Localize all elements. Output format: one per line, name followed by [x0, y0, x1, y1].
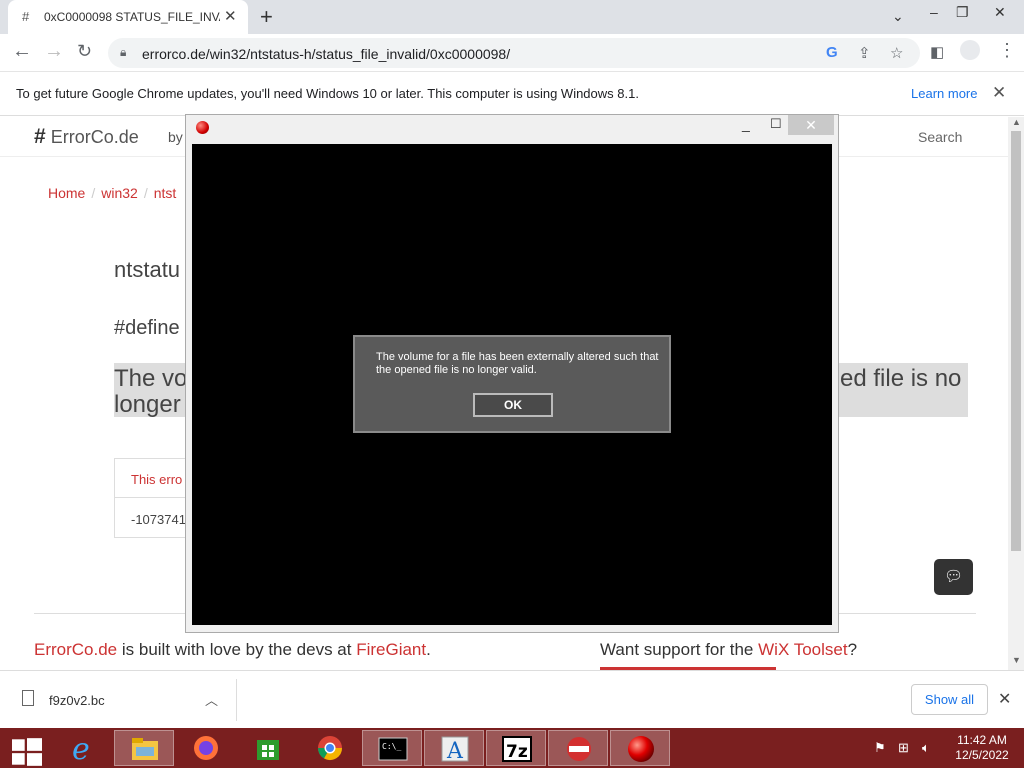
no-entry-icon — [567, 737, 591, 761]
clock-date: 12/5/2022 — [955, 748, 1009, 762]
footer-credit: ErrorCo.de is built with love by the dev… — [34, 640, 431, 659]
system-clock[interactable]: 11:42 AM 12/5/2022 — [950, 733, 1014, 763]
infobar-message: To get future Google Chrome updates, you… — [16, 86, 639, 101]
taskbar-command-prompt[interactable]: C:\_ — [362, 730, 422, 766]
svg-text:C:\_: C:\_ — [382, 742, 401, 751]
shelf-close-icon[interactable]: ✕ — [998, 689, 1011, 709]
store-icon — [257, 740, 279, 760]
address-bar[interactable]: 🔒︎ errorco.de/win32/ntstatus-h/status_fi… — [108, 38, 920, 68]
description-line-1: The vo — [114, 365, 188, 392]
download-file-name[interactable]: f9z0v2.bc — [49, 693, 105, 708]
taskbar-firefox[interactable] — [176, 730, 236, 766]
minimize-button[interactable]: – — [930, 4, 938, 20]
tab-title: 0xC0000098 STATUS_FILE_INVALID — [44, 10, 220, 24]
volume-muted-icon[interactable]: 🔈︎ — [922, 740, 930, 756]
tab-close-icon[interactable]: ✕ — [224, 7, 237, 25]
file-icon — [22, 690, 34, 706]
footer-brand-link[interactable]: ErrorCo.de — [34, 640, 117, 659]
description-line-2: longer — [114, 391, 181, 418]
svg-text:e: e — [72, 734, 90, 762]
breadcrumb-home[interactable]: Home — [48, 185, 85, 201]
close-window-button[interactable]: ✕ — [994, 4, 1006, 21]
google-translate-icon[interactable]: G — [826, 44, 838, 61]
tab-strip: # 0xC0000098 STATUS_FILE_INVALID ✕ + ⌄ –… — [0, 0, 1024, 34]
scroll-up-icon[interactable]: ▲ — [1012, 117, 1021, 127]
site-logo[interactable]: # ErrorCo.de — [34, 125, 139, 149]
url-text[interactable]: errorco.de/win32/ntstatus-h/status_file_… — [142, 46, 510, 62]
dialog-message: The volume for a file has been externall… — [376, 351, 659, 376]
firefox-icon — [194, 736, 218, 760]
windows-logo-icon — [12, 738, 42, 766]
footer-firegiant-link[interactable]: FireGiant — [356, 640, 426, 659]
download-shelf: f9z0v2.bc ︿ Show all ✕ — [0, 670, 1024, 728]
flag-icon[interactable]: ⚑ — [874, 740, 886, 756]
windows-taskbar: e C:\_ A 7z ⚑ ⊞ 🔈︎ 11:42 AM 12/5/2022 — [0, 728, 1024, 768]
tab-search-chevron-icon[interactable]: ⌄ — [892, 8, 904, 25]
font-viewer-icon: A — [441, 736, 469, 763]
breadcrumb: Home / win32/ntst — [48, 185, 177, 201]
internet-explorer-icon: e — [72, 734, 90, 762]
7zip-icon: 7z — [502, 736, 532, 762]
info-row-1: This erro — [131, 472, 183, 487]
taskbar-7zip[interactable]: 7z — [486, 730, 546, 766]
folder-icon — [132, 738, 158, 760]
chat-button[interactable]: 💬︎ — [934, 559, 973, 595]
taskbar-file-explorer[interactable] — [114, 730, 174, 766]
search-link[interactable]: Search — [918, 129, 962, 145]
taskbar-store[interactable] — [238, 730, 298, 766]
page-heading: ntstatu — [114, 257, 181, 282]
shelf-divider — [236, 679, 237, 721]
chat-bubble-icon: 💬︎ — [943, 568, 964, 585]
show-all-button[interactable]: Show all — [911, 684, 988, 715]
define-heading: #define — [114, 317, 180, 339]
bookmark-star-icon[interactable]: ☆ — [890, 44, 903, 62]
network-icon[interactable]: ⊞ — [898, 740, 909, 756]
chrome-icon — [318, 736, 342, 761]
side-panel-icon[interactable]: ◧ — [930, 43, 944, 61]
chevron-up-icon[interactable]: ︿ — [205, 690, 218, 709]
taskbar-chrome[interactable] — [300, 730, 360, 766]
app-close-button[interactable]: ✕ — [788, 115, 834, 135]
browser-toolbar: ← → ↻ 🔒︎ errorco.de/win32/ntstatus-h/sta… — [0, 34, 1024, 72]
taskbar-no-entry-app[interactable] — [548, 730, 608, 766]
breadcrumb-ntstatus[interactable]: ntst — [154, 185, 177, 201]
taskbar-font-viewer[interactable]: A — [424, 730, 484, 766]
update-infobar: To get future Google Chrome updates, you… — [0, 72, 1024, 116]
red-ball-app-icon — [196, 121, 209, 134]
back-arrow-icon[interactable]: ← — [12, 40, 32, 63]
hash-favicon-icon: # — [22, 9, 30, 24]
ok-button[interactable]: OK — [473, 393, 553, 417]
app-maximize-button[interactable]: ☐ — [770, 116, 782, 132]
share-icon[interactable]: ⇪ — [858, 44, 871, 62]
infobar-close-icon[interactable]: ✕ — [992, 83, 1006, 103]
red-ball-icon — [628, 736, 654, 762]
taskbar-red-ball-app[interactable] — [610, 730, 670, 766]
lock-icon[interactable]: 🔒︎ — [120, 45, 126, 60]
new-tab-button[interactable]: + — [260, 4, 273, 30]
clock-time: 11:42 AM — [957, 733, 1007, 747]
description-right-fragment: ed file is no — [840, 365, 962, 392]
scroll-down-icon[interactable]: ▼ — [1012, 655, 1021, 665]
learn-more-link[interactable]: Learn more — [911, 86, 977, 101]
start-button[interactable] — [0, 730, 52, 766]
tab-active[interactable]: # 0xC0000098 STATUS_FILE_INVALID ✕ — [8, 0, 248, 34]
menu-kebab-icon[interactable]: ⋮ — [998, 40, 1016, 61]
command-prompt-icon: C:\_ — [378, 737, 408, 761]
profile-avatar-icon[interactable] — [960, 40, 980, 60]
info-row-2: -1073741 — [131, 512, 186, 527]
footer-support: Want support for the WiX Toolset? — [600, 640, 858, 659]
page-scrollbar[interactable]: ▲ ▼ — [1008, 117, 1024, 670]
error-dialog: The volume for a file has been externall… — [353, 335, 671, 433]
app-minimize-button[interactable]: _ — [742, 116, 750, 132]
svg-text:7z: 7z — [506, 742, 528, 762]
taskbar-internet-explorer[interactable]: e — [52, 730, 112, 766]
scrollbar-thumb[interactable] — [1011, 131, 1021, 551]
breadcrumb-win32[interactable]: win32 — [101, 185, 138, 201]
reload-icon[interactable]: ↻ — [77, 41, 92, 62]
forward-arrow-icon[interactable]: → — [44, 40, 64, 63]
header-by-text: by — [168, 129, 183, 145]
svg-text:A: A — [446, 739, 464, 763]
restore-button[interactable]: ❐ — [956, 4, 969, 21]
footer-wix-link[interactable]: WiX Toolset — [758, 640, 847, 659]
